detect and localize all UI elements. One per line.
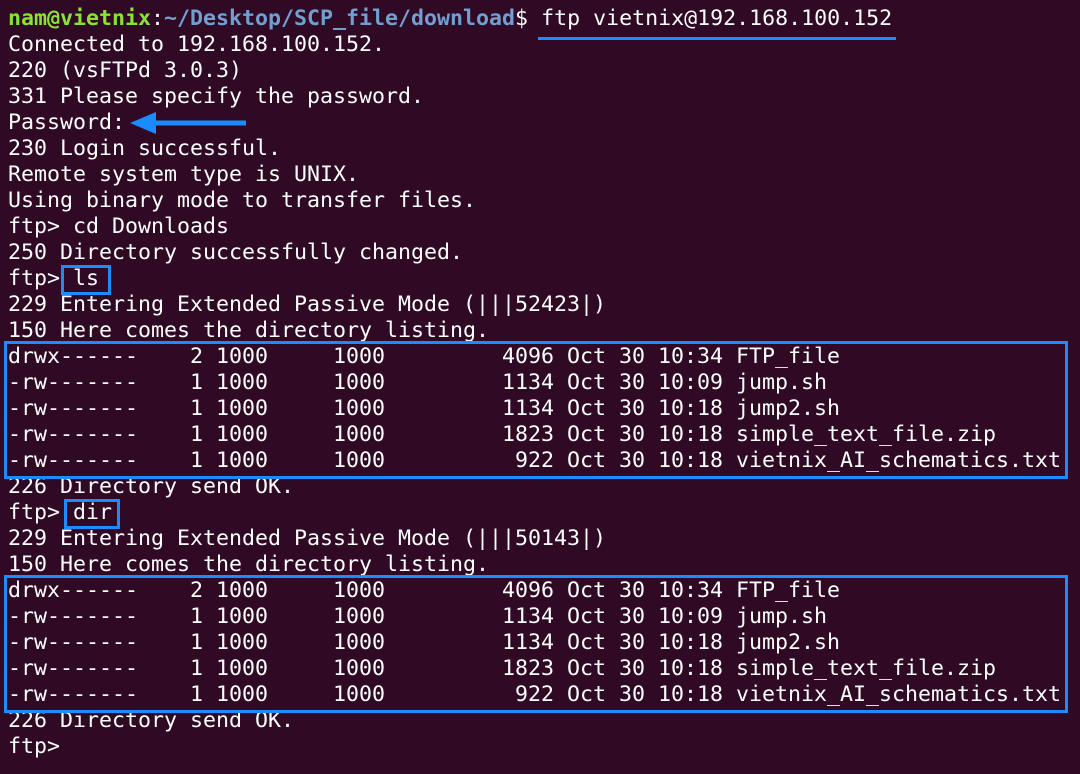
output-line: Using binary mode to transfer files. [8, 188, 477, 213]
output-line: 250 Directory successfully changed. [8, 240, 464, 265]
final-ftp-prompt-line[interactable]: ftp> [8, 734, 1080, 760]
output-line: ftp> cd Downloads [8, 214, 230, 239]
output-line: 229 Entering Extended Passive Mode (|||5… [8, 526, 607, 551]
prompt-user-host: nam@vietnix [8, 6, 152, 31]
output-line: 220 (vsFTPd 3.0.3) [8, 58, 243, 83]
ls-command-highlight-box [61, 265, 111, 295]
ls-listing-highlight-box [4, 341, 1068, 479]
ls-command-line: ftp> ls [8, 266, 1080, 292]
output-line: 230 Login successful. [8, 136, 282, 161]
output-line: 331 Please specify the password. [8, 84, 425, 109]
terminal-window[interactable]: nam@vietnix:~/Desktop/SCP_file/download$… [0, 0, 1080, 774]
output-line: Connected to 192.168.100.152. [8, 32, 386, 57]
command-underline-annotation [538, 37, 896, 40]
dir-command-highlight-box [64, 499, 120, 529]
output-line: 229 Entering Extended Passive Mode (|||5… [8, 292, 607, 317]
prompt-separator: : [151, 6, 165, 31]
dir-listing-highlight-box [4, 575, 1068, 713]
prompt-path: ~/Desktop/SCP_file/download [164, 6, 516, 31]
dir-command-line: ftp> dir [8, 500, 1080, 526]
prompt-symbol: $ [515, 6, 542, 31]
ftp-prompt: ftp> [8, 734, 74, 759]
left-arrow-icon [130, 112, 246, 134]
shell-prompt-line: nam@vietnix:~/Desktop/SCP_file/download$… [8, 6, 1080, 32]
output-line: Remote system type is UNIX. [8, 162, 360, 187]
ftp-connect-command: ftp vietnix@192.168.100.152 [541, 6, 893, 31]
